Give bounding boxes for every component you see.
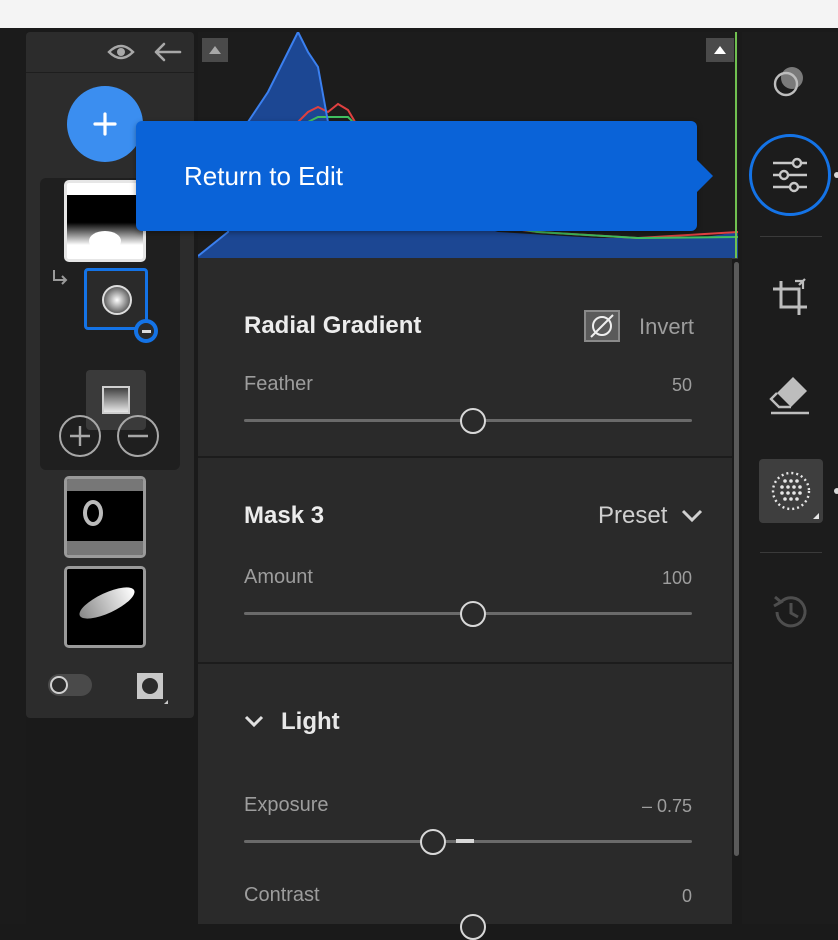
contrast-value[interactable]: 0 — [632, 886, 692, 907]
mask-2-thumbnail[interactable] — [64, 476, 146, 558]
tool-rail — [742, 32, 838, 924]
mask-section: Mask 3 Preset Amount 100 — [198, 458, 732, 662]
exposure-label: Exposure — [244, 794, 329, 816]
sub-arrow-icon — [50, 268, 70, 291]
chevron-down-icon — [682, 509, 703, 523]
overlay-toggle[interactable] — [48, 674, 92, 696]
crop-icon[interactable] — [768, 276, 812, 320]
preset-dropdown[interactable]: Preset — [598, 502, 703, 530]
top-bar — [0, 0, 838, 28]
contrast-label: Contrast — [244, 884, 320, 906]
masks-panel-header — [26, 32, 194, 73]
history-icon — [768, 590, 812, 634]
heal-icon[interactable] — [768, 372, 812, 416]
mask-adjustments-panel: Radial Gradient Invert Feather 50 Mask 3… — [198, 258, 732, 940]
invert-icon — [590, 314, 614, 338]
invert-checkbox[interactable] — [584, 310, 620, 342]
preset-label: Preset — [598, 502, 668, 529]
subtract-component-icon[interactable] — [116, 414, 160, 458]
add-mask-button[interactable] — [67, 86, 143, 162]
edit-indicator-dot — [834, 172, 838, 178]
plus-icon — [93, 112, 117, 136]
amount-label: Amount — [244, 566, 313, 588]
rail-separator — [760, 236, 822, 237]
light-title: Light — [281, 708, 340, 735]
contrast-slider-knob[interactable] — [460, 914, 486, 940]
amount-value[interactable]: 100 — [612, 568, 692, 589]
masking-indicator-dot — [834, 488, 838, 494]
radial-gradient-title: Radial Gradient — [244, 312, 422, 339]
rail-separator — [760, 552, 822, 553]
subtract-badge-icon[interactable] — [134, 319, 158, 343]
presets-icon[interactable] — [770, 62, 810, 102]
exposure-value[interactable]: – 0.75 — [592, 796, 692, 817]
eye-icon[interactable] — [106, 38, 136, 66]
feather-value[interactable]: 50 — [632, 375, 692, 396]
exposure-fill — [456, 839, 474, 843]
radial-gradient-section: Radial Gradient Invert Feather 50 — [198, 258, 732, 456]
masking-icon[interactable] — [759, 459, 823, 523]
back-arrow-icon[interactable] — [150, 38, 184, 66]
mask-1-thumbnail[interactable] — [64, 566, 146, 648]
add-component-icon[interactable] — [58, 414, 102, 458]
invert-label: Invert — [639, 314, 695, 339]
amount-slider-knob[interactable] — [460, 601, 486, 627]
exposure-slider-knob[interactable] — [420, 829, 446, 855]
mask-3-thumbnail[interactable] — [64, 180, 146, 262]
light-section: Light Exposure – 0.75 Contrast 0 — [198, 664, 732, 940]
mask-title: Mask 3 — [244, 502, 325, 529]
edit-icon[interactable] — [749, 134, 831, 216]
feather-label: Feather — [244, 373, 313, 395]
left-edge — [0, 28, 26, 924]
radial-gradient-icon — [102, 285, 132, 315]
mask-overlay-icon[interactable] — [134, 670, 170, 706]
feather-slider-knob[interactable] — [460, 408, 486, 434]
chevron-down-icon — [244, 715, 264, 728]
tooltip-label: Return to Edit — [184, 161, 343, 191]
panel-scrollbar[interactable] — [734, 262, 739, 856]
return-to-edit-tooltip: Return to Edit — [136, 121, 713, 231]
light-header[interactable]: Light — [244, 708, 340, 736]
